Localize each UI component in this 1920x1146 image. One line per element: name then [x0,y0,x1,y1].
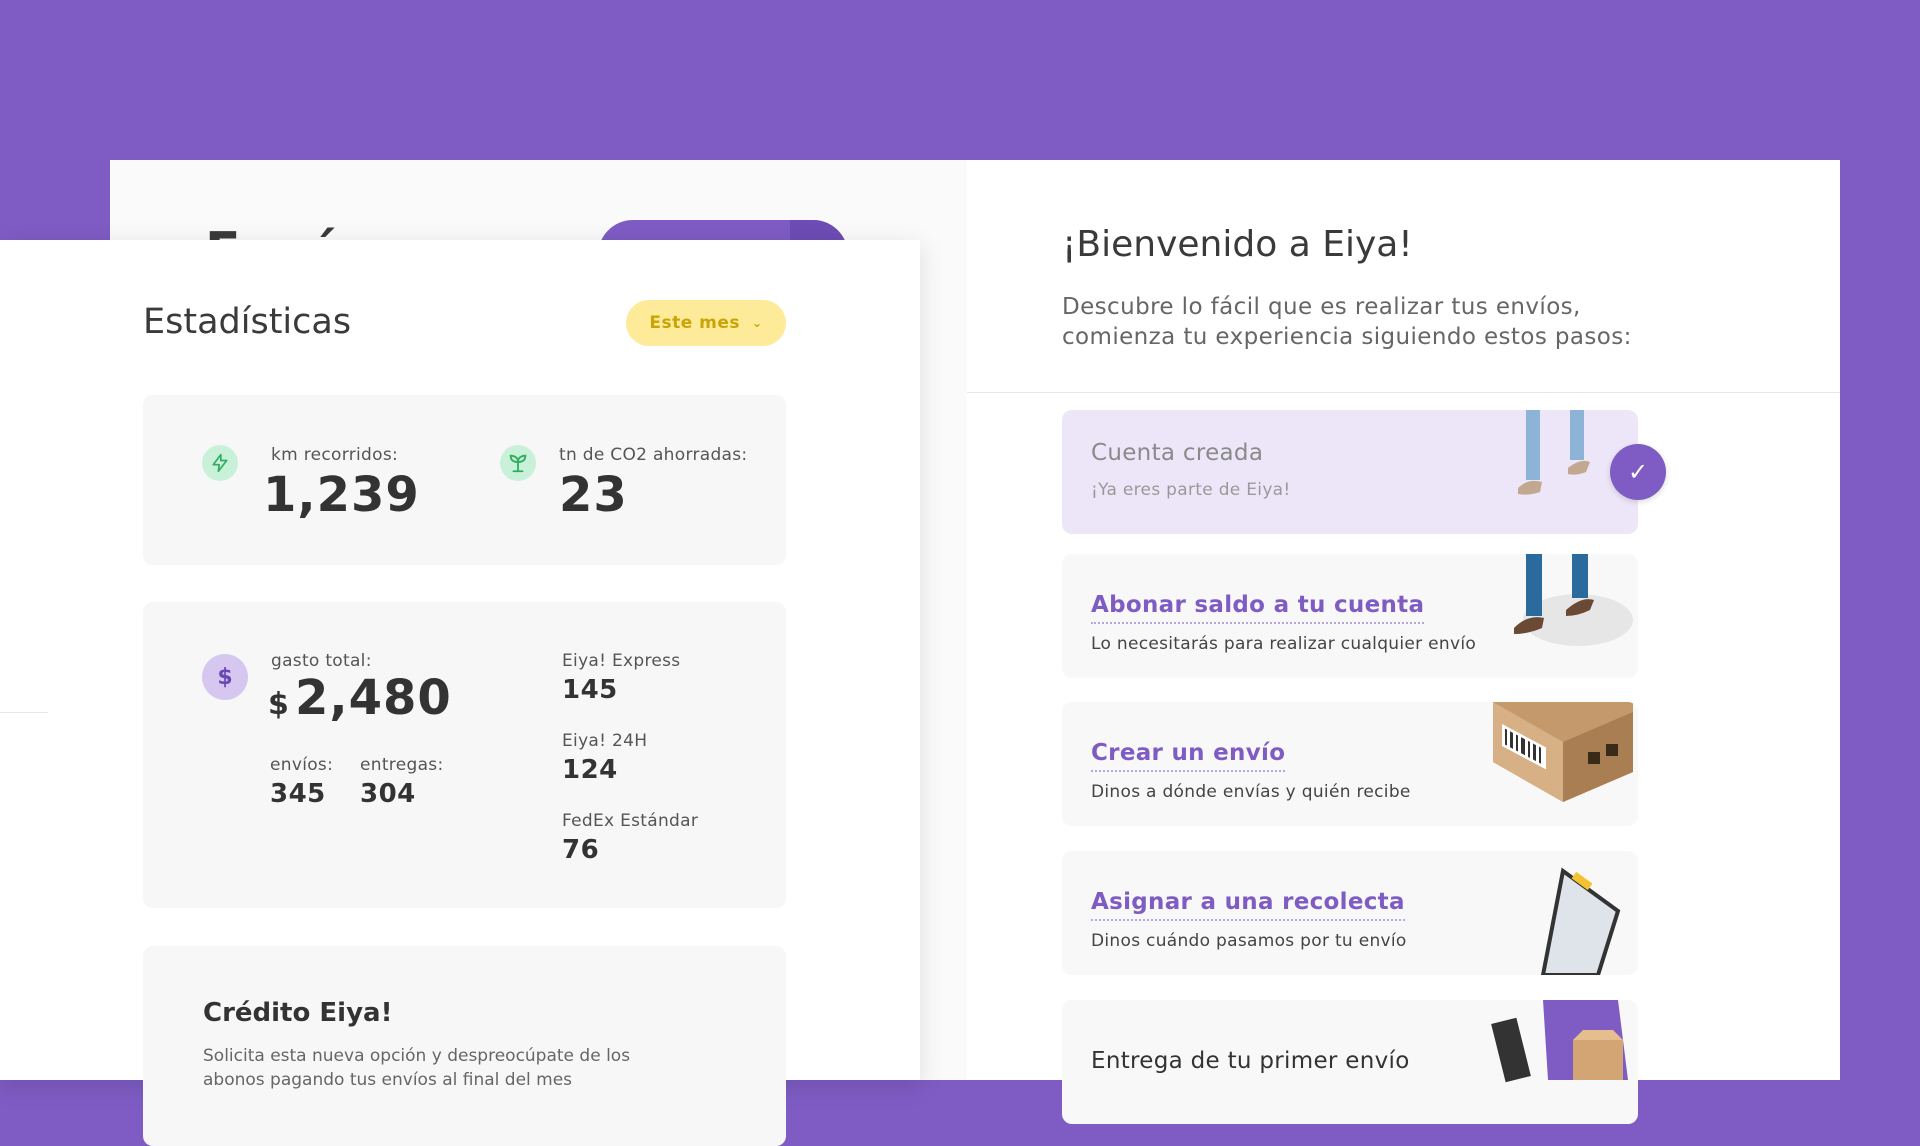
step-title[interactable]: Crear un envío [1091,740,1286,772]
service-name: FedEx Estándar [562,811,699,831]
entregas-value: 304 [360,779,416,809]
distance-co2-box: km recorridos: 1,239 tn de CO2 ahorradas… [143,395,786,565]
stats-card: Estadísticas Este mes ⌄ km recorridos: 1… [0,240,920,1146]
step-desc: Dinos cuándo pasamos por tu envío [1091,931,1407,951]
step-title: Cuenta creada [1091,440,1264,466]
spend-box: $ gasto total: $ 2,480 envíos: 345 entre… [143,602,786,908]
service-name: Eiya! 24H [562,731,648,751]
service-name: Eiya! Express [562,651,681,671]
side-divider [0,712,48,713]
box-illustration [1493,702,1633,802]
welcome-title: ¡Bienvenido a Eiya! [1062,224,1413,265]
step-title[interactable]: Asignar a una recolecta [1091,889,1405,921]
period-label: Este mes [649,313,741,333]
step-assign-pickup[interactable]: Asignar a una recolecta Dinos cuándo pas… [1062,851,1638,975]
co2-value: 23 [559,467,628,523]
clipboard-illustration [1540,867,1621,975]
step-add-balance[interactable]: Abonar saldo a tu cuenta Lo necesitarás … [1062,554,1638,678]
welcome-subtitle: Descubre lo fácil que es realizar tus en… [1062,294,1632,350]
dollar-icon: $ [202,654,248,700]
envios-value: 345 [270,779,326,809]
co2-label: tn de CO2 ahorradas: [559,445,748,465]
step-desc: Lo necesitarás para realizar cualquier e… [1091,634,1477,654]
km-label: km recorridos: [271,445,399,465]
entregas-label: entregas: [360,755,444,775]
service-value: 76 [562,835,600,865]
period-dropdown[interactable]: Este mes ⌄ [626,300,786,346]
km-value: 1,239 [263,467,420,523]
stats-title: Estadísticas [143,302,352,342]
legs-illustration [1514,554,1633,646]
credit-title: Crédito Eiya! [203,998,393,1028]
step-desc: ¡Ya eres parte de Eiya! [1091,480,1291,500]
credit-box[interactable]: Crédito Eiya! Solicita esta nueva opción… [143,946,786,1146]
service-value: 124 [562,755,618,785]
step-title[interactable]: Abonar saldo a tu cuenta [1091,592,1425,624]
currency-symbol: $ [268,687,289,722]
chevron-down-icon: ⌄ [752,316,763,330]
envios-label: envíos: [270,755,334,775]
credit-text: Solicita esta nueva opción y despreocúpa… [203,1046,631,1090]
step-account-created: Cuenta creada ¡Ya eres parte de Eiya! [1062,410,1638,534]
sprout-icon [500,445,536,481]
check-icon: ✓ [1610,444,1666,500]
step-first-delivery[interactable]: Entrega de tu primer envío [1062,1000,1638,1124]
spend-value: 2,480 [295,670,452,726]
step-desc: Dinos a dónde envías y quién recibe [1091,782,1411,802]
step-title[interactable]: Entrega de tu primer envío [1091,1048,1410,1078]
courier-illustration [1491,1000,1628,1083]
bolt-icon [202,445,238,481]
spend-label: gasto total: [271,651,372,671]
service-value: 145 [562,675,618,705]
step-create-shipment[interactable]: Crear un envío Dinos a dónde envías y qu… [1062,702,1638,826]
background-divider [967,392,1840,393]
